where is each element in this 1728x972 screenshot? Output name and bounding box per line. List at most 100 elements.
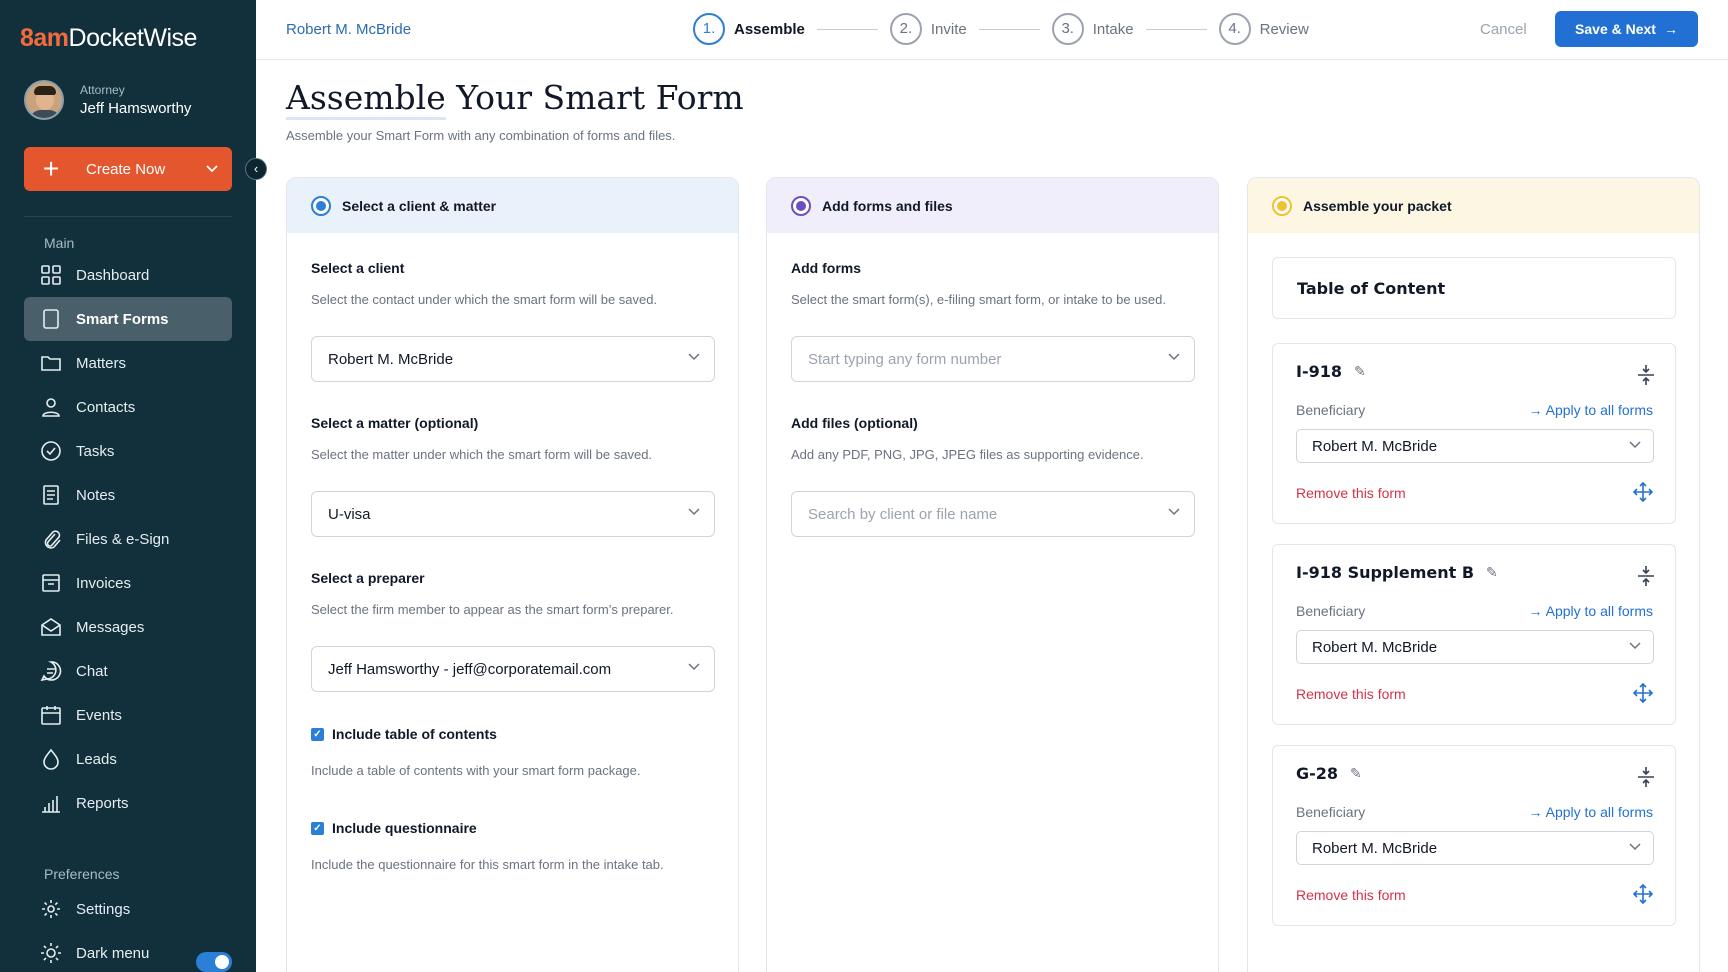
sidebar-divider [24,216,232,217]
include-toc-checkbox[interactable]: ✓ Include table of contents [311,726,497,742]
sidebar-item-notes[interactable]: Notes [24,473,232,517]
sidebar-item-files[interactable]: Files & e-Sign [24,517,232,561]
forms-files-panel: Add forms and files Add forms Select the… [766,177,1219,972]
gear-icon [40,898,62,920]
apply-to-all-forms-link[interactable]: → Apply to all forms [1529,804,1654,820]
drag-move-icon[interactable] [1633,683,1653,703]
sidebar-item-invoices[interactable]: Invoices [24,561,232,605]
chevron-down-icon [192,161,232,178]
remove-form-link[interactable]: Remove this form [1296,686,1406,702]
chevron-down-icon [688,507,700,519]
collapse-sidebar-button[interactable]: ‹ [245,158,267,180]
dark-menu-toggle[interactable] [196,952,232,972]
table-of-content-card[interactable]: Table of Content [1272,257,1676,319]
check-circle-icon [40,440,62,462]
sidebar-item-reports[interactable]: Reports [24,781,232,825]
form-card: I-918 Supplement B ✎ Beneficiary → Apply… [1272,544,1676,725]
client-select[interactable]: Robert M. McBride [311,336,715,382]
client-field-block: Select a client Select the contact under… [311,260,715,307]
paperclip-icon [40,528,62,550]
notes-icon [40,484,62,506]
chevron-down-icon [688,352,700,364]
sidebar-item-smart-forms[interactable]: Smart Forms [24,297,232,341]
form-card-title: I-918 ✎ [1296,362,1366,381]
sidebar-item-matters[interactable]: Matters [24,341,232,385]
preparer-select[interactable]: Jeff Hamsworthy - jeff@corporatemail.com [311,646,715,692]
collapse-icon[interactable] [1637,766,1655,788]
step-connector [1146,29,1207,30]
pencil-icon[interactable]: ✎ [1350,766,1362,782]
matter-field-block: Select a matter (optional) Select the ma… [311,415,715,462]
beneficiary-select[interactable]: Robert M. McBride [1296,630,1654,664]
user-profile[interactable]: Attorney Jeff Hamsworthy [24,80,191,120]
step-intake[interactable]: 3. Intake [1052,13,1134,45]
forms-field-block: Add forms Select the smart form(s), e-fi… [791,260,1195,307]
chevron-down-icon [1629,641,1641,653]
pencil-icon[interactable]: ✎ [1354,364,1366,380]
cancel-button[interactable]: Cancel [1480,21,1527,38]
arrow-right-icon: → [1529,402,1546,418]
main-section-label: Main [44,235,74,251]
arrow-right-icon: → [1529,804,1546,820]
panel-header: Add forms and files [767,178,1218,233]
collapse-icon[interactable] [1637,364,1655,386]
checkbox-checked-icon: ✓ [311,728,324,741]
client-matter-panel: Select a client & matter Select a client… [286,177,739,972]
create-now-button[interactable]: + Create Now [24,147,232,191]
file-search-input[interactable]: Search by client or file name [791,491,1195,537]
arrow-right-icon: → [1529,603,1546,619]
wizard-stepper: 1. Assemble 2. Invite 3. Intake 4. Revie… [693,13,1309,45]
breadcrumb[interactable]: Robert M. McBride [286,21,411,38]
sidebar-item-settings[interactable]: Settings [24,887,232,931]
step-invite[interactable]: 2. Invite [890,13,967,45]
include-questionnaire-checkbox[interactable]: ✓ Include questionnaire [311,820,477,836]
preferences-section-label: Preferences [44,866,119,882]
page-subtitle: Assemble your Smart Form with any combin… [286,128,675,143]
form-card-title: G-28 ✎ [1296,764,1362,783]
calendar-icon [40,704,62,726]
chevron-down-icon [1629,842,1641,854]
drag-move-icon[interactable] [1633,884,1653,904]
app-logo[interactable]: 8amDocketWise [20,24,197,53]
save-next-button[interactable]: Save & Next → [1555,11,1698,47]
user-role: Attorney [80,83,191,97]
include-toc-desc: Include a table of contents with your sm… [311,763,641,778]
preparer-field-block: Select a preparer Select the firm member… [311,570,715,617]
collapse-icon[interactable] [1637,565,1655,587]
drag-move-icon[interactable] [1633,482,1653,502]
leads-icon [40,748,62,770]
apply-to-all-forms-link[interactable]: → Apply to all forms [1529,603,1654,619]
chevron-down-icon [1168,507,1180,519]
sidebar-item-dashboard[interactable]: Dashboard [24,253,232,297]
sidebar-item-events[interactable]: Events [24,693,232,737]
panel-header: Select a client & matter [287,178,738,233]
sidebar-item-contacts[interactable]: Contacts [24,385,232,429]
packet-panel: Assemble your packet Table of Content I-… [1247,177,1700,972]
sidebar: 8amDocketWise Attorney Jeff Hamsworthy +… [0,0,256,972]
panel-header: Assemble your packet [1248,178,1699,233]
checkbox-checked-icon: ✓ [311,822,324,835]
pencil-icon[interactable]: ✎ [1486,565,1498,581]
form-number-input[interactable]: Start typing any form number [791,336,1195,382]
step-review[interactable]: 4. Review [1219,13,1309,45]
sidebar-item-tasks[interactable]: Tasks [24,429,232,473]
matter-select[interactable]: U-visa [311,491,715,537]
sidebar-item-chat[interactable]: Chat [24,649,232,693]
top-bar: Robert M. McBride 1. Assemble 2. Invite … [256,0,1728,60]
plus-icon: + [24,155,78,183]
avatar [24,80,64,120]
step-assemble[interactable]: 1. Assemble [693,13,805,45]
page-title: Assemble Your Smart Form [286,78,744,117]
remove-form-link[interactable]: Remove this form [1296,887,1406,903]
envelope-icon [40,616,62,638]
beneficiary-select[interactable]: Robert M. McBride [1296,429,1654,463]
remove-form-link[interactable]: Remove this form [1296,485,1406,501]
beneficiary-select[interactable]: Robert M. McBride [1296,831,1654,865]
bar-chart-icon [40,792,62,814]
chevron-down-icon [1629,440,1641,452]
person-icon [40,396,62,418]
apply-to-all-forms-link[interactable]: → Apply to all forms [1529,402,1654,418]
sidebar-item-leads[interactable]: Leads [24,737,232,781]
sidebar-item-messages[interactable]: Messages [24,605,232,649]
files-field-block: Add files (optional) Add any PDF, PNG, J… [791,415,1195,462]
